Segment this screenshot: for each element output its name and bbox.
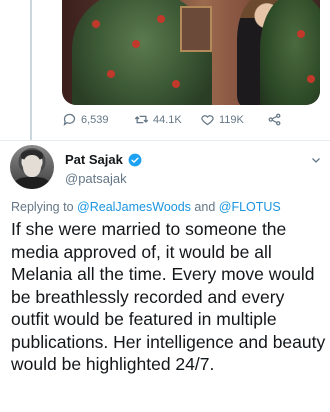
christmas-tree-image-right <box>260 0 320 105</box>
verified-badge-icon <box>128 153 142 166</box>
avatar[interactable] <box>10 145 54 189</box>
share-action[interactable] <box>267 112 282 127</box>
ornament <box>107 70 115 78</box>
mention-link-flotus[interactable]: @FLOTUS <box>219 200 281 214</box>
ornament <box>297 30 305 38</box>
avatar-body <box>14 177 50 189</box>
ornament <box>307 75 315 83</box>
divider <box>0 140 330 141</box>
replying-to-label: Replying to <box>11 200 74 214</box>
replying-to: Replying to @RealJamesWoods and @FLOTUS <box>11 200 281 214</box>
author-name-row[interactable]: Pat Sajak <box>65 152 142 167</box>
ornament <box>92 20 100 28</box>
tweet-photo[interactable] <box>62 0 320 105</box>
ornament <box>172 80 180 88</box>
tweet-text: If she were married to someone the media… <box>11 219 326 374</box>
retweet-action[interactable]: 44.1K <box>134 112 182 127</box>
author-handle[interactable]: @patsajak <box>65 171 127 186</box>
tweet-actions: 6,539 44.1K 119K <box>62 112 302 132</box>
reply-action[interactable]: 6,539 <box>62 112 109 127</box>
like-action[interactable]: 119K <box>200 112 244 127</box>
ornament <box>157 15 165 23</box>
wall-painting-image <box>180 6 212 52</box>
ornament <box>132 40 140 48</box>
retweet-icon <box>134 115 149 124</box>
replying-to-and: and <box>194 200 216 214</box>
avatar-face <box>23 155 41 177</box>
thread-line <box>30 0 32 140</box>
retweet-count: 44.1K <box>153 113 182 126</box>
share-icon <box>268 113 281 126</box>
reply-count: 6,539 <box>81 113 109 126</box>
reply-icon <box>63 113 76 126</box>
author-name: Pat Sajak <box>65 152 123 167</box>
chevron-down-icon[interactable] <box>310 154 322 166</box>
heart-icon <box>201 115 214 126</box>
like-count: 119K <box>219 113 244 126</box>
mention-link-realjameswoods[interactable]: @RealJamesWoods <box>77 200 191 214</box>
